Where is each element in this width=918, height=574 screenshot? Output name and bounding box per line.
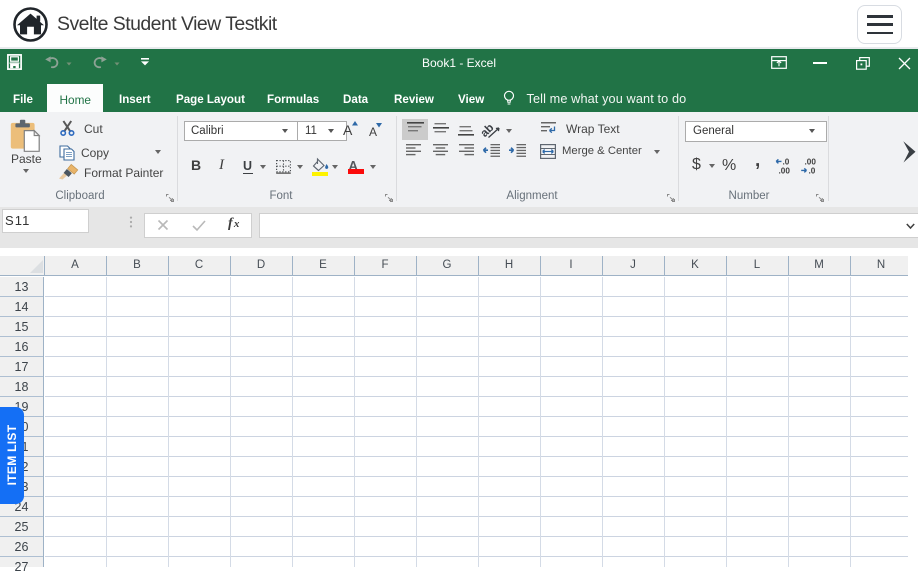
svg-text:ab: ab [479,121,497,139]
svg-text:.0: .0 [783,157,790,166]
svg-text:.00: .00 [779,166,791,175]
svg-text:.00: .00 [805,157,817,166]
svg-text:.0: .0 [809,166,816,175]
